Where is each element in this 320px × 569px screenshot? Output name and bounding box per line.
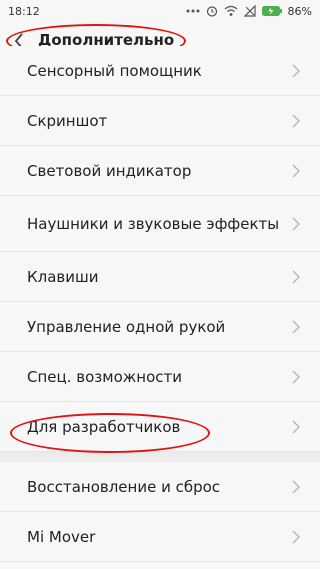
list-item-label: Световой индикатор xyxy=(27,161,192,180)
chevron-right-icon xyxy=(292,370,300,383)
wifi-icon xyxy=(224,5,238,17)
chevron-right-icon xyxy=(292,480,300,493)
list-item-one-handed[interactable]: Управление одной рукой xyxy=(0,302,320,352)
chevron-right-icon xyxy=(292,270,300,283)
alarm-icon xyxy=(206,5,218,17)
chevron-right-icon xyxy=(292,64,300,77)
list-item-label: Наушники и звуковые эффекты xyxy=(27,214,280,233)
no-sim-icon xyxy=(243,5,256,17)
list-item-developer-options[interactable]: Для разработчиков xyxy=(0,402,320,452)
list-item-light-indicator[interactable]: Световой индикатор xyxy=(0,146,320,196)
list-item-mi-mover[interactable]: Mi Mover xyxy=(0,512,320,562)
list-item-label: Для разработчиков xyxy=(27,417,181,436)
list-item-sensor-assistant[interactable]: Сенсорный помощник xyxy=(0,46,320,96)
list-item-headphones[interactable]: Наушники и звуковые эффекты xyxy=(0,196,320,252)
section-divider xyxy=(0,452,320,462)
list-item-label: Сенсорный помощник xyxy=(27,61,202,80)
list-item-label: Mi Mover xyxy=(27,527,96,546)
list-item-label: Спец. возможности xyxy=(27,367,182,386)
status-icons: 86% xyxy=(186,5,312,18)
settings-list: Сенсорный помощник Скриншот Световой инд… xyxy=(0,46,320,562)
signal-dots-icon xyxy=(186,7,200,15)
list-item-accessibility[interactable]: Спец. возможности xyxy=(0,352,320,402)
chevron-right-icon xyxy=(292,420,300,433)
list-item-label: Восстановление и сброс xyxy=(27,477,221,496)
chevron-right-icon xyxy=(292,114,300,127)
list-item-label: Управление одной рукой xyxy=(27,317,226,336)
chevron-right-icon xyxy=(292,530,300,543)
chevron-right-icon xyxy=(292,164,300,177)
battery-percent: 86% xyxy=(287,4,312,18)
chevron-right-icon xyxy=(292,217,300,230)
list-item-backup-reset[interactable]: Восстановление и сброс xyxy=(0,462,320,512)
list-item-label: Клавиши xyxy=(27,267,99,286)
list-item-buttons[interactable]: Клавиши xyxy=(0,252,320,302)
battery-icon xyxy=(261,6,282,16)
chevron-right-icon xyxy=(292,320,300,333)
list-item-label: Скриншот xyxy=(27,111,108,130)
status-bar: 18:12 86% xyxy=(0,0,320,22)
status-time: 18:12 xyxy=(8,4,40,18)
list-item-screenshot[interactable]: Скриншот xyxy=(0,96,320,146)
